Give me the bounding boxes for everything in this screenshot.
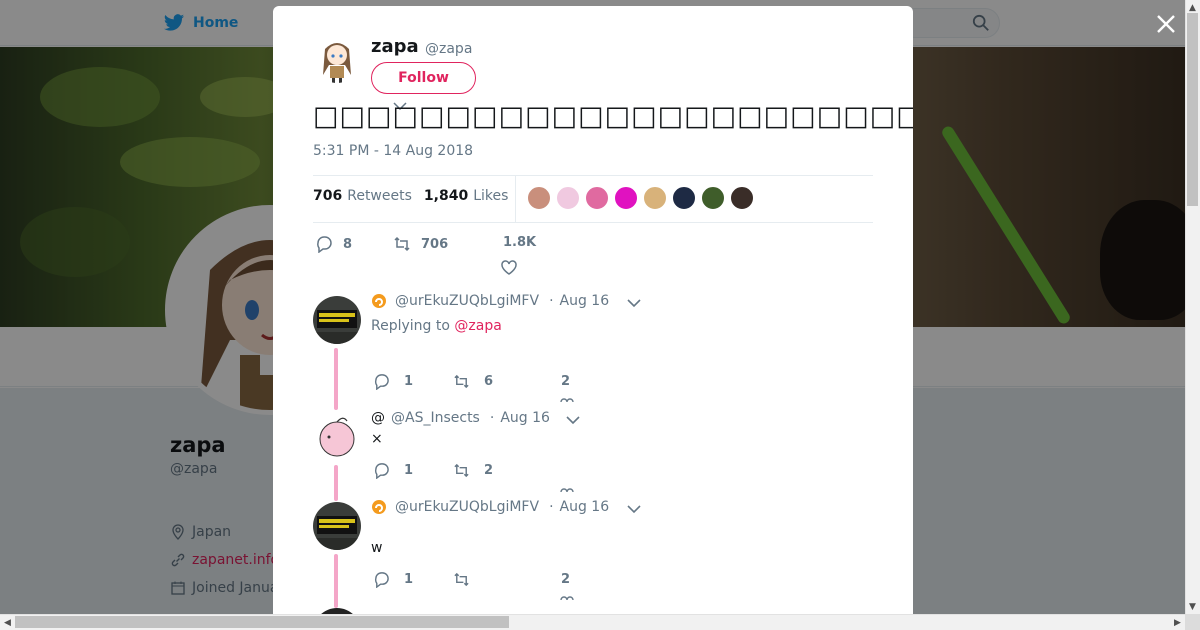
- reply-count: 1: [404, 374, 414, 389]
- reply-button[interactable]: 8: [315, 235, 352, 253]
- reply-avatar[interactable]: [313, 296, 361, 344]
- horizontal-scroll-thumb[interactable]: [15, 616, 509, 628]
- monitor-sign-avatar-icon: [313, 502, 361, 550]
- scroll-left-arrow-icon[interactable]: ◀: [0, 615, 15, 630]
- liker-avatar[interactable]: [614, 186, 638, 210]
- liker-avatar[interactable]: [556, 186, 580, 210]
- chevron-down-icon[interactable]: [627, 504, 641, 514]
- liker-avatar[interactable]: [527, 186, 551, 210]
- reply-icon: [374, 374, 389, 390]
- anime-girl-avatar-icon: [313, 35, 361, 83]
- reply-time[interactable]: Aug 16: [500, 410, 550, 426]
- retweet-count: 2: [484, 463, 494, 478]
- reply-avatar[interactable]: [313, 502, 361, 550]
- tweet-timestamp[interactable]: 5:31 PM - 14 Aug 2018: [313, 143, 473, 159]
- reply-handle[interactable]: @AS_Insects: [391, 410, 480, 426]
- scrollbar-corner: [1185, 614, 1200, 630]
- chevron-down-icon[interactable]: [627, 298, 641, 308]
- reply-avatar[interactable]: [313, 413, 361, 461]
- author-avatar[interactable]: [313, 35, 361, 83]
- vertical-scroll-thumb[interactable]: [1187, 13, 1198, 206]
- thread-line: [334, 465, 338, 501]
- like-button[interactable]: 1.8K: [503, 235, 536, 250]
- replying-to-link[interactable]: @zapa: [454, 318, 501, 334]
- retweet-icon: [394, 236, 410, 252]
- tweet-permalink-modal: zapa @zapa Follow □□□□□□□□□□□□□□□□□□□□□□…: [273, 6, 913, 626]
- follow-button[interactable]: Follow: [371, 62, 476, 94]
- scroll-down-arrow-icon[interactable]: ▼: [1185, 599, 1200, 614]
- retweet-count: 706: [421, 236, 449, 252]
- monitor-sign-avatar-icon: [313, 296, 361, 344]
- liker-avatar[interactable]: [585, 186, 609, 210]
- reply-handle[interactable]: @urEkuZUQbLgiMFV: [395, 293, 539, 309]
- reply-button[interactable]: 1: [373, 462, 413, 479]
- like-count[interactable]: 2: [561, 374, 570, 389]
- reply-count: 8: [343, 236, 353, 252]
- scroll-right-arrow-icon[interactable]: ▶: [1170, 615, 1185, 630]
- heart-icon[interactable]: [500, 259, 518, 277]
- pink-creature-avatar-icon: [313, 413, 361, 461]
- reply-header: @urEkuZUQbLgiMFV · Aug 16: [371, 293, 609, 309]
- replying-to: Replying to @zapa: [371, 318, 502, 334]
- retweet-icon: [454, 374, 469, 389]
- reply-time[interactable]: Aug 16: [560, 293, 610, 309]
- reply-icon: [317, 236, 332, 253]
- liker-avatar[interactable]: [701, 186, 725, 210]
- reply-icon: [374, 463, 389, 479]
- like-count[interactable]: 2: [561, 572, 570, 587]
- liker-avatar[interactable]: [643, 186, 667, 210]
- heart-icon[interactable]: [560, 488, 574, 492]
- reply-count: 1: [404, 463, 414, 478]
- likers-avatars: [527, 186, 754, 210]
- thread-line: [334, 554, 338, 608]
- author-handle[interactable]: @zapa: [425, 41, 472, 57]
- retweets-stat[interactable]: 706 Retweets: [313, 188, 412, 204]
- chevron-down-icon[interactable]: [566, 415, 580, 425]
- reply-time[interactable]: Aug 16: [560, 499, 610, 515]
- author-name[interactable]: zapa: [371, 36, 419, 57]
- heart-icon[interactable]: [560, 398, 574, 402]
- reply-button[interactable]: 1: [373, 571, 413, 588]
- separator-dot: ·: [489, 410, 495, 426]
- retweet-button[interactable]: 2: [453, 462, 493, 479]
- likes-stat[interactable]: 1,840 Likes: [424, 188, 509, 204]
- reply-text: w: [371, 540, 383, 556]
- reply-header: @ @AS_Insects · Aug 16: [371, 410, 550, 426]
- retweet-icon: [454, 572, 469, 587]
- like-count: 1.8K: [503, 235, 537, 250]
- retweet-button[interactable]: [453, 571, 470, 588]
- tweet-stats: 706 Retweets 1,840 Likes: [313, 188, 520, 204]
- retweet-icon: [454, 463, 469, 478]
- retweet-count: 6: [484, 374, 494, 389]
- thread-line: [334, 348, 338, 410]
- reply-button[interactable]: 1: [373, 373, 413, 390]
- orange-swirl-icon: [372, 500, 386, 514]
- reply-count: 1: [404, 572, 414, 587]
- tweet-text: □□□□□□□□□□□□□□□□□□□□□□□□□□□□□□□□□□□□□□□□…: [313, 101, 913, 132]
- liker-avatar[interactable]: [730, 186, 754, 210]
- retweet-button[interactable]: 6: [453, 373, 493, 390]
- reply-header: @urEkuZUQbLgiMFV · Aug 16: [371, 499, 609, 515]
- divider: [313, 222, 873, 223]
- reply-handle[interactable]: @urEkuZUQbLgiMFV: [395, 499, 539, 515]
- liker-avatar[interactable]: [672, 186, 696, 210]
- separator-dot: ·: [549, 293, 554, 309]
- separator-dot: ·: [549, 499, 554, 515]
- heart-icon[interactable]: [560, 596, 574, 600]
- reply-prefix: @: [371, 410, 385, 426]
- divider: [515, 176, 516, 222]
- reply-text: ×: [371, 431, 383, 447]
- retweet-button[interactable]: 706: [393, 235, 448, 253]
- orange-swirl-icon: [372, 294, 386, 308]
- reply-icon: [374, 572, 389, 588]
- divider: [313, 175, 873, 176]
- close-icon[interactable]: [1154, 12, 1178, 36]
